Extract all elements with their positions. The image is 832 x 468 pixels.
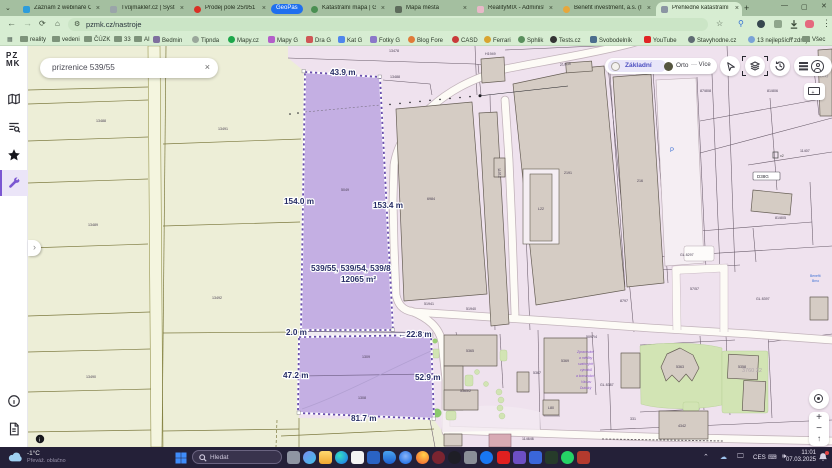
svg-text:43.9 m: 43.9 m — [330, 68, 356, 77]
svg-text:13478: 13478 — [389, 49, 399, 53]
svg-text:5363: 5363 — [676, 365, 684, 369]
svg-text:51940: 51940 — [466, 307, 476, 311]
svg-text:a konstrukcí: a konstrukcí — [576, 374, 595, 378]
svg-text:11407: 11407 — [800, 149, 810, 153]
svg-text:1309: 1309 — [362, 355, 370, 359]
svg-text:výrobků: výrobků — [580, 368, 592, 372]
svg-text:13488: 13488 — [96, 119, 106, 123]
svg-text:216: 216 — [637, 179, 643, 183]
svg-text:81/805: 81/805 — [775, 216, 786, 220]
svg-text:81/806: 81/806 — [767, 89, 778, 93]
svg-text:5049: 5049 — [341, 188, 349, 192]
svg-text:11012: 11012 — [497, 168, 502, 178]
svg-text:GL 8297: GL 8297 — [680, 253, 694, 257]
svg-text:a měďby: a měďby — [579, 356, 593, 360]
svg-text:L22: L22 — [538, 207, 544, 211]
svg-text:svařových: svařových — [578, 362, 593, 366]
svg-text:5369: 5369 — [561, 359, 569, 363]
svg-text:Benefit: Benefit — [810, 274, 821, 278]
svg-text:539/55, 539/54, 539/8: 539/55, 539/54, 539/8 — [311, 264, 391, 273]
svg-text:1308: 1308 — [358, 396, 366, 400]
svg-text:5367: 5367 — [533, 371, 541, 375]
svg-text:5365/2: 5365/2 — [460, 389, 471, 393]
svg-text:Zpracování: Zpracování — [576, 350, 595, 354]
svg-text:13490: 13490 — [86, 375, 96, 379]
svg-text:H1949: H1949 — [485, 52, 496, 56]
svg-text:57/57: 57/57 — [690, 287, 699, 291]
svg-text:2191: 2191 — [564, 171, 572, 175]
svg-text:12065 m²: 12065 m² — [341, 275, 376, 284]
svg-text:GL 8387: GL 8387 — [600, 383, 614, 387]
svg-text:154.0 m: 154.0 m — [284, 197, 314, 206]
svg-text:6984: 6984 — [427, 197, 435, 201]
svg-text:331: 331 — [630, 417, 636, 421]
svg-text:i: i — [39, 438, 40, 444]
svg-text:8797: 8797 — [620, 299, 628, 303]
svg-text:P: P — [670, 148, 674, 154]
svg-text:Václav: Václav — [581, 380, 591, 384]
svg-text:87/808: 87/808 — [700, 89, 711, 93]
svg-text:81.7 m: 81.7 m — [351, 414, 377, 423]
svg-text:13488: 13488 — [390, 75, 400, 79]
svg-text:3760 32: 3760 32 — [742, 368, 762, 374]
svg-text:5097/4: 5097/4 — [586, 335, 597, 339]
svg-text:153.4 m: 153.4 m — [373, 201, 403, 210]
svg-text:4342: 4342 — [678, 424, 686, 428]
svg-text:13492: 13492 — [212, 296, 222, 300]
svg-text:2.0 m: 2.0 m — [286, 328, 307, 337]
svg-text:←22.8 m: ←22.8 m — [398, 330, 432, 339]
svg-text:Brno: Brno — [812, 279, 819, 283]
svg-text:13489: 13489 — [88, 223, 98, 227]
svg-text:51941: 51941 — [424, 302, 434, 306]
svg-text:GL 8397: GL 8397 — [756, 297, 770, 301]
svg-text:L80: L80 — [548, 406, 554, 410]
svg-text:Dubský: Dubský — [580, 386, 592, 390]
svg-text:47.2 m: 47.2 m — [283, 371, 309, 380]
svg-text:D38G: D38G — [757, 174, 769, 179]
svg-text:52.9 m: 52.9 m — [415, 373, 441, 382]
svg-text:13491: 13491 — [218, 127, 228, 131]
svg-text:114646: 114646 — [522, 437, 534, 441]
svg-text:x2: x2 — [780, 154, 784, 158]
svg-text:5365: 5365 — [466, 349, 474, 353]
